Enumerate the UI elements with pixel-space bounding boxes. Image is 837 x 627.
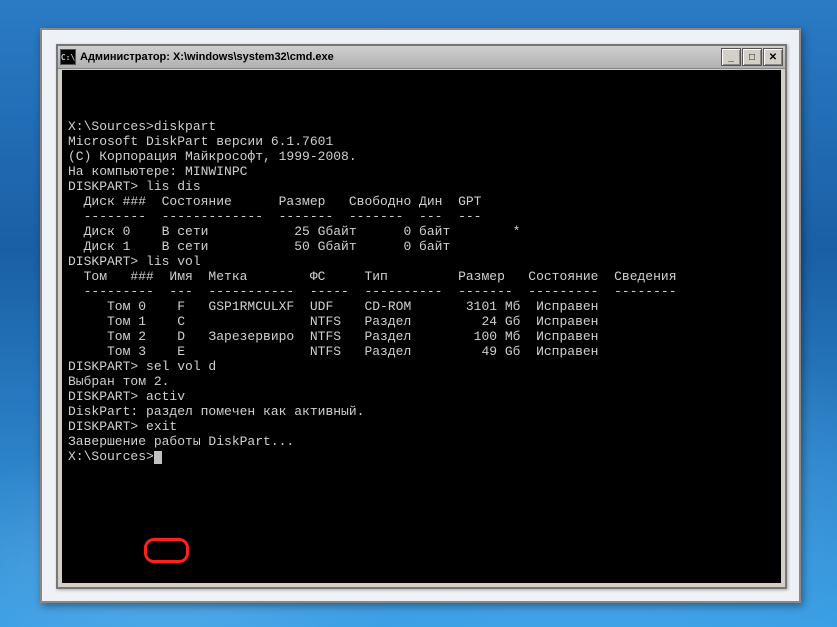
close-button[interactable]: ✕ <box>763 48 783 66</box>
cmd-window: C:\ Администратор: X:\windows\system32\c… <box>56 44 787 589</box>
terminal-line: DISKPART> exit <box>68 419 775 434</box>
terminal-line: (C) Корпорация Майкрософт, 1999-2008. <box>68 149 775 164</box>
terminal-line: Том 0 F GSP1RMCULXF UDF CD-ROM 3101 Mб И… <box>68 299 775 314</box>
terminal-line: DISKPART> lis dis <box>68 179 775 194</box>
terminal-line: Microsoft DiskPart версии 6.1.7601 <box>68 134 775 149</box>
cursor <box>154 451 162 464</box>
terminal-line: DISKPART> sel vol d <box>68 359 775 374</box>
terminal-line: DiskPart: раздел помечен как активный. <box>68 404 775 419</box>
window-title: Администратор: X:\windows\system32\cmd.e… <box>80 51 721 63</box>
terminal-line: X:\Sources> <box>68 449 775 464</box>
terminal-line: Том ### Имя Метка ФС Тип Размер Состояни… <box>68 269 775 284</box>
terminal-line: На компьютере: MINWINPC <box>68 164 775 179</box>
titlebar[interactable]: C:\ Администратор: X:\windows\system32\c… <box>58 46 785 69</box>
terminal-line: Диск 1 В сети 50 Gбайт 0 байт <box>68 239 775 254</box>
installer-frame: C:\ Администратор: X:\windows\system32\c… <box>40 28 801 603</box>
maximize-button[interactable]: □ <box>742 48 762 66</box>
app-icon: C:\ <box>60 49 76 65</box>
terminal-line: Том 3 E NTFS Раздел 49 Gб Исправен <box>68 344 775 359</box>
minimize-button[interactable]: _ <box>721 48 741 66</box>
terminal-line: Выбран том 2. <box>68 374 775 389</box>
terminal-line: Том 1 C NTFS Раздел 24 Gб Исправен <box>68 314 775 329</box>
terminal-line: Диск ### Состояние Размер Свободно Дин G… <box>68 194 775 209</box>
terminal-line: DISKPART> activ <box>68 389 775 404</box>
terminal-line: DISKPART> lis vol <box>68 254 775 269</box>
terminal-line: --------- --- ----------- ----- --------… <box>68 284 775 299</box>
terminal-output[interactable]: X:\Sources>diskpartMicrosoft DiskPart ве… <box>62 70 781 583</box>
terminal-line: -------- ------------- ------- ------- -… <box>68 209 775 224</box>
terminal-line: Завершение работы DiskPart... <box>68 434 775 449</box>
terminal-line: Диск 0 В сети 25 Gбайт 0 байт * <box>68 224 775 239</box>
terminal-line: X:\Sources>diskpart <box>68 119 775 134</box>
terminal-line: Том 2 D Зарезервиро NTFS Раздел 100 Mб И… <box>68 329 775 344</box>
window-controls: _ □ ✕ <box>721 48 783 66</box>
